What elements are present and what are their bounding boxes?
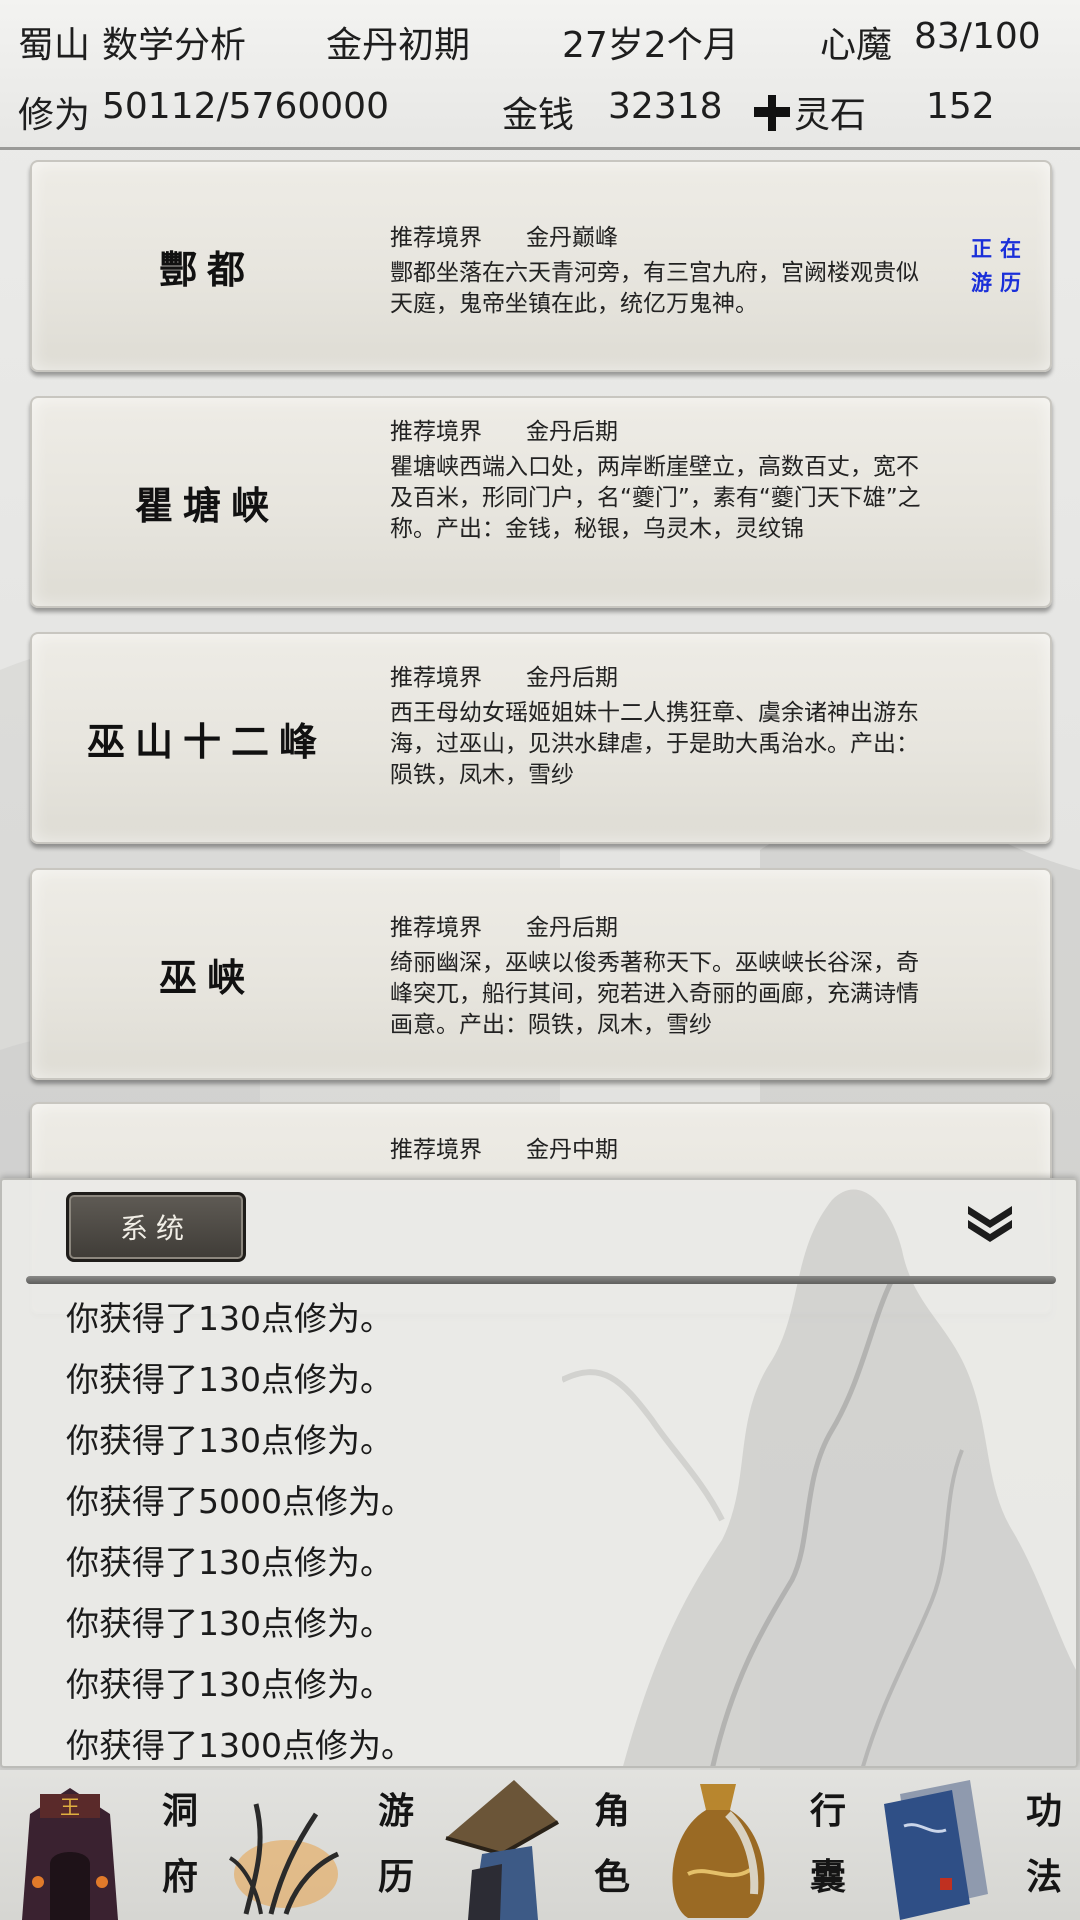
inventory-bag-icon [672,1784,765,1918]
nav-label-bottom: 历 [377,1856,414,1898]
log-line: 你获得了1300点修为。 [66,1726,414,1765]
realm-label: 推荐境界 [390,665,482,691]
location-name: 瞿塘峡 [134,482,279,528]
realm-value: 金丹后期 [526,915,618,941]
nav-label-top: 角 [593,1790,630,1832]
age-value: 27岁2个月 [562,25,739,66]
tab-system[interactable]: 系统 [66,1192,246,1262]
realm-value: 金丹巅峰 [526,225,618,251]
realm-label: 推荐境界 [390,1137,482,1163]
recommended-realm: 推荐境界 金丹巅峰 [390,218,618,252]
log-line: 你获得了130点修为。 [66,1665,393,1704]
nav-inventory[interactable]: 行 囊 [648,1770,864,1920]
realm-label: 推荐境界 [390,915,482,941]
location-card[interactable]: 巫峡 推荐境界 金丹后期 绮丽幽深，巫峡以俊秀著称天下。巫峡峡长谷深，奇峰突兀，船… [30,868,1052,1080]
location-description: 酆都坐落在六天青河旁，有三宫九府，宫阙楼观贵似天庭，鬼帝坐镇在此，统亿万鬼神。 [390,260,919,317]
spirit-stone-group: 灵石 [752,86,866,138]
nav-label-bottom: 色 [593,1856,630,1898]
log-line: 你获得了130点修为。 [66,1421,393,1460]
cultivation-value: 50112/5760000 [102,86,389,127]
nav-label-top: 游 [377,1790,414,1832]
location-card[interactable]: 巫山十二峰 推荐境界 金丹后期 西王母幼女瑶姬姐妹十二人携狂章、虞余诸神出游东海，… [30,632,1052,844]
travel-grass-icon [228,1803,340,1915]
location-name: 巫山十二峰 [86,718,327,764]
spirit-stone-icon [754,95,790,131]
recommended-realm: 推荐境界 金丹后期 [390,908,618,942]
nav-label-top: 洞 [161,1790,198,1832]
technique-books-icon [884,1780,988,1920]
heart-demon-value: 83/100 [914,16,1041,57]
location-card[interactable]: 瞿塘峡 推荐境界 金丹后期 瞿塘峡西端入口处，两岸断崖壁立，高数百丈，宽不及百米，… [30,396,1052,608]
nav-label-bottom: 囊 [809,1856,846,1898]
realm-label: 推荐境界 [390,419,482,445]
location-card[interactable]: 酆都 推荐境界 金丹巅峰 酆都坐落在六天青河旁，有三宫九府，宫阙楼观贵似天庭，鬼帝… [30,160,1052,372]
spirit-stone-label: 灵石 [794,95,867,136]
heart-demon-label: 心魔 [820,25,893,66]
log-list[interactable]: 你获得了130点修为。 你获得了130点修为。 你获得了130点修为。 你获得了… [66,1288,966,1766]
money-value: 32318 [608,86,723,127]
log-line: 你获得了130点修为。 [66,1543,393,1582]
nav-label-top: 功 [1025,1790,1062,1832]
log-divider [26,1276,1056,1284]
nav-character[interactable]: 角 色 [432,1770,648,1920]
log-line: 你获得了130点修为。 [66,1604,393,1643]
location-name: 酆都 [158,246,255,292]
location-description: 瞿塘峡西端入口处，两岸断崖壁立，高数百丈，宽不及百米，形同门户，名“夔门”，素有… [390,454,921,542]
cave-mansion-icon: 王 [22,1788,118,1920]
nav-technique[interactable]: 功 法 [864,1770,1080,1920]
collapse-chevron-icon[interactable] [962,1200,1018,1244]
nav-label-top: 行 [809,1790,846,1832]
nav-label-bottom: 府 [161,1856,198,1898]
sect-name: 蜀山 [18,25,91,66]
log-line: 你获得了5000点修为。 [66,1482,414,1521]
realm-value: 金丹中期 [526,1137,618,1163]
status-header: 蜀山 数学分析 金丹初期 27岁2个月 心魔 83/100 修为 50112/5… [0,0,1080,150]
svg-text:王: 王 [60,1795,80,1819]
recommended-realm: 推荐境界 金丹后期 [390,658,618,692]
character-hat-icon [445,1780,559,1920]
cultivation-label: 修为 [18,95,91,136]
recommended-realm: 推荐境界 金丹中期 [390,1130,618,1164]
bottom-nav: 王 洞 府 游 历 角 色 行 囊 功 法 [0,1770,1080,1920]
log-line: 你获得了130点修为。 [66,1299,393,1338]
realm-value: 金丹初期 [326,25,471,66]
location-description: 绮丽幽深，巫峡以俊秀著称天下。巫峡峡长谷深，奇峰突兀，船行其间，宛若进入奇丽的画… [390,950,919,1038]
realm-value: 金丹后期 [526,665,618,691]
location-name: 巫峡 [158,954,255,1000]
realm-label: 推荐境界 [390,225,482,251]
location-description: 西王母幼女瑶姬姐妹十二人携狂章、虞余诸神出游东海，过巫山，见洪水肆虐，于是助大禹… [390,700,919,788]
log-line: 你获得了130点修为。 [66,1360,393,1399]
nav-cave-mansion[interactable]: 王 洞 府 [0,1770,216,1920]
spirit-stone-value: 152 [926,86,995,127]
system-log-panel: 系统 你获得了130点修为。 你获得了130点修为。 你获得了130点修为。 你… [0,1178,1078,1768]
money-label: 金钱 [502,95,575,136]
nav-label-bottom: 法 [1025,1856,1062,1898]
traveling-status: 正在游历 [971,236,1029,295]
recommended-realm: 推荐境界 金丹后期 [390,412,618,446]
nav-travel[interactable]: 游 历 [216,1770,432,1920]
player-name[interactable]: 数学分析 [102,16,246,68]
realm-value: 金丹后期 [526,419,618,445]
